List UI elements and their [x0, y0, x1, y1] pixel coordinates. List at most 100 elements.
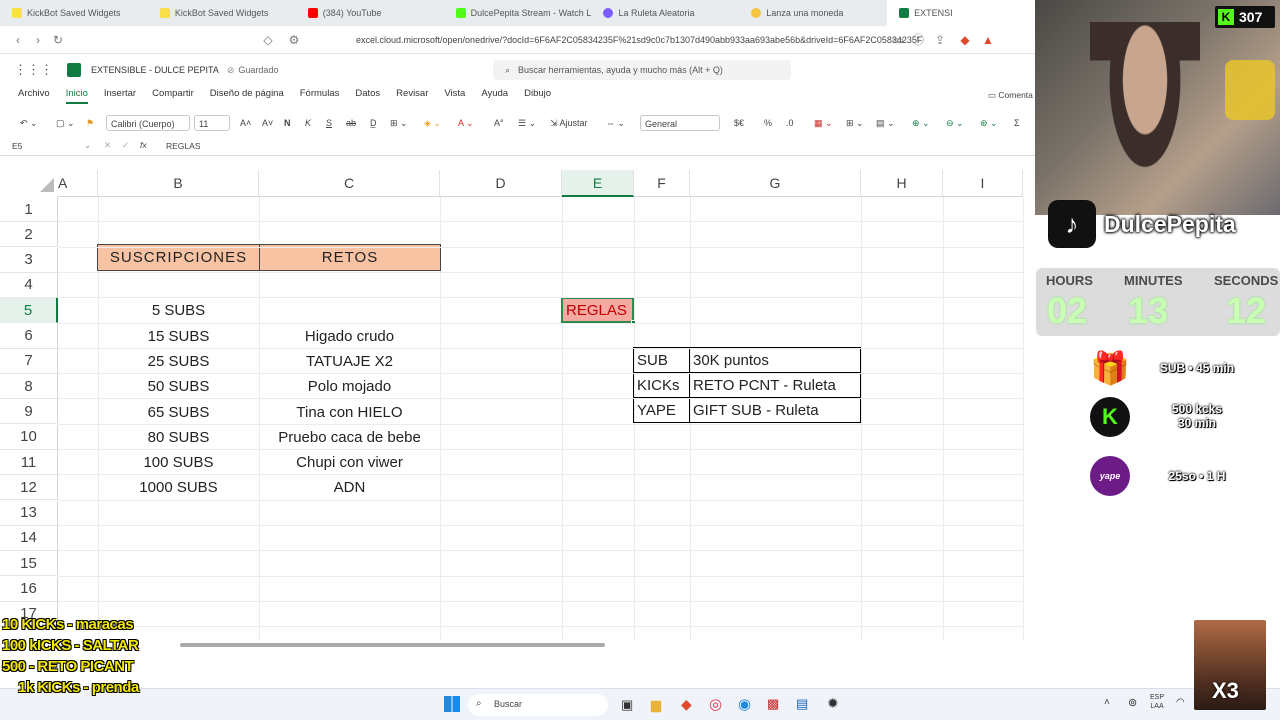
row-header[interactable]: 12 — [0, 475, 58, 501]
app-launcher-icon[interactable]: ⋮⋮⋮ — [14, 62, 53, 78]
tray-arrow-icon[interactable]: ˄ — [1104, 697, 1110, 708]
currency-button[interactable]: $€ — [734, 115, 744, 131]
retos-header-cell[interactable]: RETOS — [259, 244, 441, 271]
browser-tab[interactable]: DulcePepita Stream - Watch Live — [444, 0, 591, 26]
reto-cell[interactable]: ADN — [259, 475, 440, 500]
paste-icon[interactable]: ▢ ⌄ — [56, 115, 75, 131]
merge-icon[interactable]: ⇔ ⌄ — [606, 115, 625, 131]
browser-tab[interactable]: La Ruleta Aleatoria — [591, 0, 739, 26]
subs-header-cell[interactable]: SUSCRIPCIONES — [97, 244, 260, 271]
format-cells-icon[interactable]: ⊛ ⌄ — [980, 115, 998, 131]
row-header[interactable]: 14 — [0, 525, 58, 551]
spreadsheet-grid[interactable]: A B C D E F G H I SUSCRIPCIONES RETOS RE… — [0, 170, 1035, 640]
font-name-select[interactable]: Calibri (Cuerpo) — [106, 115, 190, 131]
comments-button[interactable]: ▭ Comenta — [988, 90, 1033, 101]
mic-icon[interactable]: ⊚ — [1128, 696, 1137, 709]
taskbar-search[interactable]: Buscar — [468, 694, 608, 716]
menu-formulas[interactable]: Fórmulas — [300, 88, 340, 104]
double-underline-icon[interactable]: D̲ — [370, 115, 377, 131]
url-field[interactable]: excel.cloud.microsoft/open/onedrive/?doc… — [356, 35, 941, 45]
percent-icon[interactable]: % — [764, 115, 772, 131]
row-header[interactable]: 10 — [0, 424, 58, 450]
borders-icon[interactable]: ⊞ ⌄ — [390, 115, 408, 131]
reto-cell[interactable]: Tina con HIELO — [259, 399, 440, 424]
name-box[interactable]: E5 — [12, 141, 90, 151]
fill-color-icon[interactable]: ◈ ⌄ — [424, 115, 441, 131]
menu-ayuda[interactable]: Ayuda — [481, 88, 508, 104]
insert-cells-icon[interactable]: ⊕ ⌄ — [912, 115, 930, 131]
decimal-icon[interactable]: .0 — [786, 115, 794, 131]
column-header[interactable]: F — [634, 170, 690, 197]
cancel-icon[interactable]: ✕ — [104, 140, 111, 151]
row-header[interactable]: 1 — [0, 197, 58, 222]
row-header[interactable]: 8 — [0, 374, 58, 400]
reto-cell[interactable]: TATUAJE X2 — [259, 349, 440, 374]
enter-icon[interactable]: ✓ — [122, 140, 129, 151]
scrollbar-thumb[interactable] — [180, 643, 605, 647]
bold-button[interactable]: N — [284, 115, 291, 131]
app-icon[interactable]: ✹ — [827, 695, 839, 712]
input-language[interactable]: ESP LAA — [1150, 693, 1164, 711]
menu-revisar[interactable]: Revisar — [396, 88, 428, 104]
column-header[interactable]: H — [861, 170, 943, 197]
browser-tab-active[interactable]: EXTENSI — [887, 0, 1036, 26]
row-header[interactable]: 9 — [0, 399, 58, 425]
subs-cell[interactable]: 15 SUBS — [98, 324, 259, 349]
function-icon[interactable]: fx — [140, 140, 147, 150]
opera-icon[interactable]: ◎ — [709, 695, 722, 713]
subs-cell[interactable]: 5 SUBS — [98, 298, 259, 323]
menu-diseno[interactable]: Diseño de página — [210, 88, 284, 104]
rules-key-cell[interactable]: SUB — [634, 348, 690, 373]
subs-cell[interactable]: 80 SUBS — [98, 425, 259, 450]
file-explorer-icon[interactable]: ▆ — [651, 697, 661, 713]
cell-styles-icon[interactable]: ▤ ⌄ — [876, 115, 895, 131]
conditional-format-icon[interactable]: ▦ ⌄ — [814, 115, 833, 131]
font-color-icon[interactable]: A ⌄ — [458, 115, 474, 131]
back-icon[interactable]: ‹ — [8, 33, 28, 47]
reto-cell[interactable]: Higado crudo — [259, 324, 440, 349]
menu-compartir[interactable]: Compartir — [152, 88, 194, 104]
number-format-select[interactable]: General — [640, 115, 720, 131]
browser-tab[interactable]: KickBot Saved Widgets — [0, 0, 148, 26]
site-info-icon[interactable]: ⚙ — [284, 33, 304, 47]
rules-key-cell[interactable]: KICKs — [634, 373, 690, 398]
windows-start-icon[interactable] — [444, 696, 460, 712]
browser-tab[interactable]: KickBot Saved Widgets — [148, 0, 296, 26]
subs-cell[interactable]: 1000 SUBS — [98, 475, 259, 500]
column-header[interactable]: D — [440, 170, 562, 197]
search-box[interactable]: ⌕ Buscar herramientas, ayuda y mucho más… — [493, 60, 791, 80]
rules-cell[interactable]: REGLAS — [561, 297, 634, 323]
formula-input[interactable]: REGLAS — [166, 141, 201, 151]
strikethrough-icon[interactable]: ab — [346, 115, 356, 131]
subs-cell[interactable]: 25 SUBS — [98, 349, 259, 374]
reto-cell[interactable] — [259, 298, 440, 323]
column-header[interactable]: G — [690, 170, 861, 197]
row-header[interactable]: 11 — [0, 450, 58, 475]
shrink-font-icon[interactable]: A˅ — [262, 115, 273, 131]
name-box-dropdown-icon[interactable]: ⌄ — [84, 140, 91, 151]
row-header[interactable]: 13 — [0, 500, 58, 526]
browser-tab[interactable]: (384) YouTube — [296, 0, 444, 26]
menu-vista[interactable]: Vista — [444, 88, 465, 104]
grow-font-icon[interactable]: A˄ — [240, 115, 251, 131]
brave-icon[interactable]: ◆ — [681, 696, 692, 713]
menu-dibujo[interactable]: Dibujo — [524, 88, 551, 104]
reto-cell[interactable]: Pruebo caca de bebe — [259, 425, 440, 450]
column-header[interactable]: I — [943, 170, 1023, 197]
reto-cell[interactable]: Chupi con viwer — [259, 450, 440, 475]
rules-value-cell[interactable]: 30K puntos — [690, 348, 861, 373]
reload-icon[interactable]: ↻ — [48, 33, 68, 47]
subs-cell[interactable]: 50 SUBS — [98, 374, 259, 399]
underline-button[interactable]: S — [326, 115, 332, 131]
reto-cell[interactable]: Polo mojado — [259, 374, 440, 399]
row-header[interactable]: 6 — [0, 323, 58, 349]
row-header[interactable]: 7 — [0, 348, 58, 374]
browser-tab[interactable]: Lanza una moneda — [739, 0, 887, 26]
file-title[interactable]: EXTENSIBLE - DULCE PEPITA — [91, 65, 219, 75]
brave-shield-icon[interactable]: ◆ — [955, 33, 975, 47]
forward-icon[interactable]: › — [28, 33, 48, 47]
row-header[interactable]: 2 — [0, 222, 58, 248]
select-all-icon[interactable] — [40, 178, 54, 192]
app-icon[interactable]: ▤ — [796, 696, 808, 712]
subs-cell[interactable]: 100 SUBS — [98, 450, 259, 475]
